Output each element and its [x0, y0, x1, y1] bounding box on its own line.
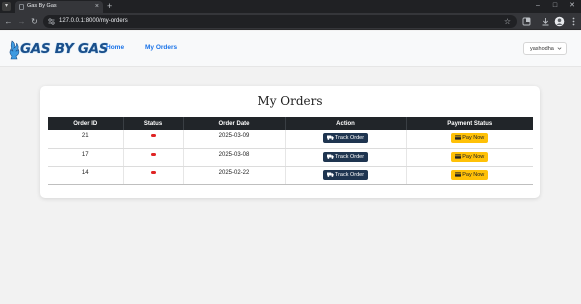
extensions-icon[interactable]	[521, 16, 532, 27]
order-id-cell: 17	[48, 148, 124, 167]
track-order-button[interactable]: Track Order	[322, 151, 369, 162]
table-header-row: Order ID Status Order Date Action Paymen…	[48, 117, 533, 130]
pay-now-button[interactable]: Pay Now	[451, 133, 489, 143]
page-title: My Orders	[257, 94, 323, 108]
site-navbar: GAS BY GAS Home My Orders	[0, 31, 581, 67]
new-tab-button[interactable]: +	[107, 1, 112, 11]
track-order-button[interactable]: Track Order	[322, 169, 369, 180]
payment-cell: Pay Now	[406, 148, 533, 167]
column-header-action: Action	[285, 117, 407, 130]
nav-link-home[interactable]: Home	[106, 44, 124, 51]
window-close-button[interactable]: ✕	[567, 1, 577, 11]
status-indicator	[150, 152, 156, 156]
truck-icon	[326, 135, 334, 140]
download-icon[interactable]	[540, 16, 551, 27]
order-id-cell: 21	[48, 130, 124, 149]
gas-cylinder-logo-icon	[9, 40, 20, 60]
pay-now-label: Pay Now	[462, 135, 485, 141]
status-cell	[123, 166, 184, 185]
status-cell	[123, 130, 184, 149]
order-date-cell: 2025-03-08	[183, 148, 286, 167]
payment-cell: Pay Now	[406, 166, 533, 185]
card-icon	[455, 153, 462, 159]
action-cell: Track Order	[285, 130, 407, 149]
browser-toolbar: ← → ↻ 127.0.0.1:8000/my-orders ☆	[0, 13, 581, 30]
track-order-label: Track Order	[334, 171, 365, 178]
page-favicon-icon	[19, 4, 24, 10]
column-header-order-date: Order Date	[183, 117, 286, 130]
browser-tab[interactable]: Gas By Gas ×	[15, 1, 103, 13]
orders-card: My Orders Order ID Status Order Date Act…	[40, 86, 540, 198]
window-minimize-button[interactable]: –	[533, 1, 543, 11]
order-date-cell: 2025-03-09	[183, 130, 286, 149]
column-header-order-id: Order ID	[48, 117, 124, 130]
window-maximize-button[interactable]: □	[550, 1, 560, 11]
card-icon	[455, 171, 462, 177]
order-id-cell: 14	[48, 166, 124, 185]
table-row: 14 2025-02-22 Track Order Pay Now	[48, 166, 533, 185]
tab-list-icon[interactable]: ▾	[2, 2, 11, 11]
address-bar[interactable]: 127.0.0.1:8000/my-orders ☆	[43, 15, 517, 28]
truck-icon	[326, 172, 334, 177]
browser-tab-bar: ▾ Gas By Gas × + – □ ✕	[0, 0, 581, 13]
payment-cell: Pay Now	[406, 130, 533, 149]
track-order-button[interactable]: Track Order	[322, 133, 369, 143]
column-header-status: Status	[123, 117, 184, 130]
status-indicator	[150, 170, 156, 174]
profile-icon[interactable]	[554, 16, 565, 27]
brand-logo[interactable]: GAS BY GAS	[8, 40, 109, 62]
status-indicator	[150, 134, 156, 137]
url-text[interactable]: 127.0.0.1:8000/my-orders	[59, 18, 128, 24]
user-dropdown[interactable]: yashodha	[523, 42, 567, 55]
site-info-icon[interactable]	[48, 18, 55, 25]
table-row: 17 2025-03-08 Track Order Pay Now	[48, 148, 533, 167]
tab-title: Gas By Gas	[27, 3, 57, 9]
bookmark-star-icon[interactable]: ☆	[504, 16, 511, 27]
tab-close-icon[interactable]: ×	[95, 3, 99, 11]
truck-icon	[326, 154, 334, 159]
menu-kebab-icon[interactable]	[568, 16, 579, 27]
column-header-payment-status: Payment Status	[406, 117, 533, 130]
status-cell	[123, 148, 184, 167]
action-cell: Track Order	[285, 148, 407, 167]
pay-now-button[interactable]: Pay Now	[451, 151, 489, 162]
reload-icon[interactable]: ↻	[29, 16, 40, 27]
chevron-down-icon	[557, 47, 562, 50]
back-icon[interactable]: ←	[3, 16, 14, 27]
card-icon	[455, 135, 462, 140]
action-cell: Track Order	[285, 166, 407, 185]
pay-now-label: Pay Now	[462, 171, 485, 178]
forward-icon[interactable]: →	[16, 16, 27, 27]
orders-table: Order ID Status Order Date Action Paymen…	[48, 117, 533, 185]
table-row: 21 2025-03-09 Track Order Pay Now	[48, 130, 533, 149]
order-date-cell: 2025-02-22	[183, 166, 286, 185]
nav-link-my-orders[interactable]: My Orders	[145, 44, 177, 51]
brand-name: GAS BY GAS	[20, 41, 109, 57]
track-order-label: Track Order	[334, 135, 365, 141]
pay-now-button[interactable]: Pay Now	[451, 169, 489, 180]
track-order-label: Track Order	[334, 153, 365, 160]
username-label: yashodha	[530, 46, 554, 52]
pay-now-label: Pay Now	[462, 153, 485, 160]
